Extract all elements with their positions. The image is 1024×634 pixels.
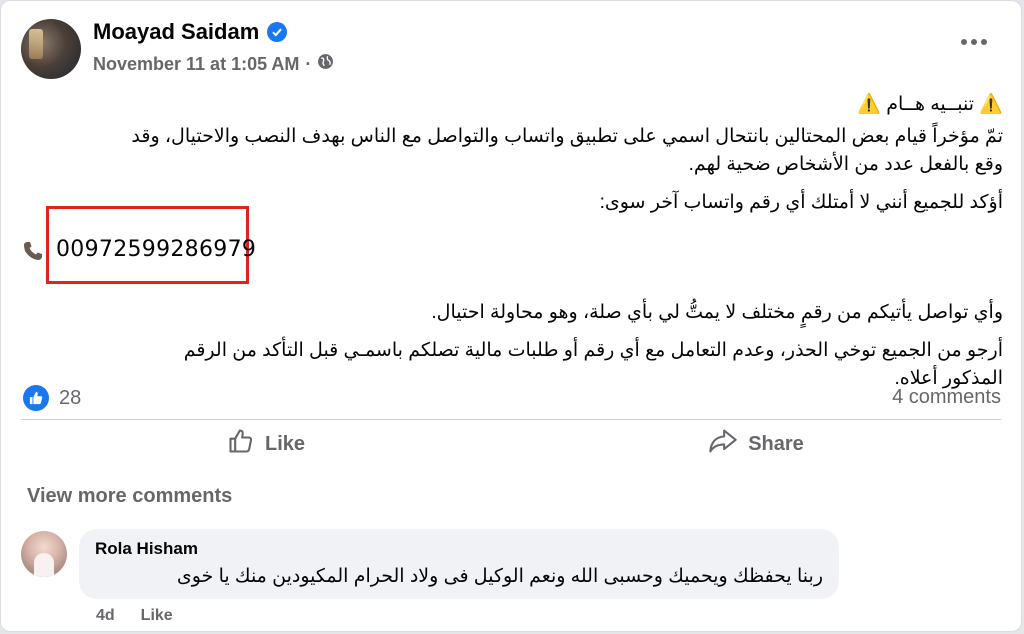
share-arrow-icon [708,427,738,461]
post-paragraph-4-line-2: المذكور أعلاه. [894,368,1003,389]
commenter-avatar[interactable] [21,531,67,577]
more-options-icon[interactable] [961,39,987,45]
post-paragraph-1-line-1: تمّ مؤخراً قيام بعض المحتالين بانتحال اس… [131,126,1003,147]
post-actions: Like Share [21,421,1001,467]
author-name[interactable]: Moayad Saidam [93,19,259,45]
comment-bubble: Rola Hisham ربنا يحفظك ويحميك وحسبى الله… [79,529,839,599]
comment-meta: 4d Like [96,607,173,625]
post-paragraph-3: وأي تواصل يأتيكم من رقمٍ مختلف لا يمتُّ … [431,302,1003,323]
comment-text: ربنا يحفظك ويحميك وحسبى الله ونعم الوكيل… [176,566,823,587]
post-paragraph-4-line-1: أرجو من الجميع توخي الحذر، وعدم التعامل … [183,340,1003,361]
like-button-label: Like [264,432,306,455]
post-card: Moayad Saidam November 11 at 1:05 AM · ⚠… [0,0,1022,632]
share-button-label: Share [748,432,804,455]
comment-like-button[interactable]: Like [141,607,173,625]
view-more-comments-link[interactable]: View more comments [27,485,232,508]
author-name-row: Moayad Saidam [93,19,288,45]
reaction-summary[interactable]: 28 [23,385,81,411]
phone-number[interactable]: 00972599286979 [56,237,256,262]
like-count: 28 [59,386,82,409]
reactions-divider [21,419,1001,420]
globe-icon [317,53,334,75]
author-avatar[interactable] [21,19,81,79]
post-timestamp[interactable]: November 11 at 1:05 AM [93,54,299,75]
meta-separator: · [305,53,312,74]
phone-icon [21,239,45,269]
verified-badge-icon [267,22,288,42]
share-button[interactable]: Share [511,421,1001,467]
phone-row [21,239,45,269]
post-paragraph-1-line-2: وقع بالفعل عدد من الأشخاص ضحية لهم. [688,154,1003,175]
comments-count[interactable]: 4 comments [892,386,1001,409]
thumbs-up-icon [227,427,255,461]
post-title-line: ⚠️ تنبــيه هــام ⚠️ [857,94,1003,115]
like-reaction-icon [23,385,49,411]
comment-age[interactable]: 4d [96,607,115,625]
like-button[interactable]: Like [21,421,511,467]
post-meta: November 11 at 1:05 AM · [93,53,334,75]
comment-author[interactable]: Rola Hisham [95,539,823,559]
